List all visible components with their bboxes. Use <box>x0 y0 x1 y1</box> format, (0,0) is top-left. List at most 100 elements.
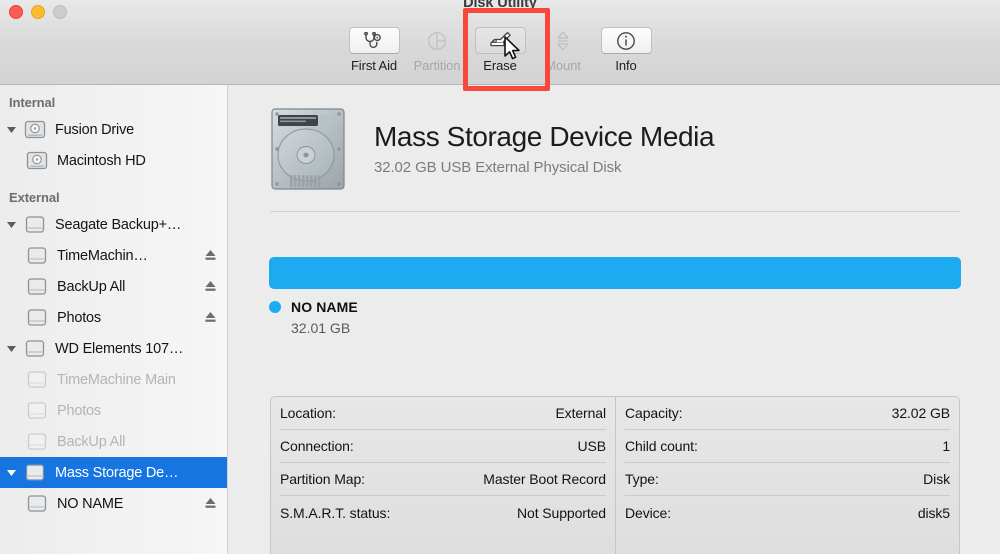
external-disk-icon <box>22 339 48 358</box>
info-label: Type: <box>625 471 659 487</box>
info-label: Connection: <box>280 438 354 454</box>
disk-subtitle: 32.02 GB USB External Physical Disk <box>374 159 622 177</box>
info-label: Child count: <box>625 438 698 454</box>
disk-title: Mass Storage Device Media <box>374 120 715 152</box>
external-disk-icon <box>24 370 50 389</box>
sidebar-item-wd-elements[interactable]: WD Elements 107… <box>0 333 227 364</box>
info-value: 1 <box>942 438 950 454</box>
disclosure-triangle-icon[interactable] <box>0 344 22 353</box>
sidebar-item-label: NO NAME <box>57 495 124 512</box>
info-column-right: Capacity: 32.02 GB Child count: 1 Type: … <box>615 397 959 554</box>
external-disk-icon <box>24 246 50 265</box>
disclosure-triangle-icon[interactable] <box>0 125 22 134</box>
toolbar-label-partition: Partition <box>413 58 461 73</box>
window-title: Disk Utility <box>463 0 537 11</box>
sidebar-item-timemachine-main[interactable]: TimeMachine Main <box>0 364 227 395</box>
sidebar-group-external: External <box>9 190 60 205</box>
external-disk-icon <box>24 277 50 296</box>
sidebar-item-label: TimeMachine Main <box>57 371 176 388</box>
info-value: Disk <box>923 471 950 487</box>
external-disk-icon <box>24 432 50 451</box>
external-disk-icon <box>22 463 48 482</box>
sidebar-item-photos[interactable]: Photos <box>0 302 227 333</box>
sidebar-item-label: Seagate Backup+… <box>55 216 182 233</box>
pie-chart-icon <box>427 31 447 50</box>
divider <box>270 211 960 212</box>
info-row-capacity: Capacity: 32.02 GB <box>625 397 950 430</box>
external-disk-icon <box>24 308 50 327</box>
first-aid-button[interactable] <box>348 27 400 54</box>
internal-disk-icon <box>22 120 48 139</box>
mount-icon <box>557 30 569 51</box>
sidebar-item-label: Fusion Drive <box>55 121 134 138</box>
disk-header-text: Mass Storage Device Media 32.02 GB USB E… <box>374 120 715 177</box>
disk-info-table: Location: External Connection: USB Parti… <box>270 396 960 554</box>
sidebar-item-no-name[interactable]: NO NAME <box>0 488 227 519</box>
info-button[interactable] <box>600 27 652 54</box>
legend-volume-name: NO NAME <box>291 299 358 315</box>
info-row-partition-map: Partition Map: Master Boot Record <box>280 463 606 496</box>
toolbar-item-first-aid[interactable]: First Aid <box>348 27 400 73</box>
legend-color-dot <box>269 301 281 313</box>
capacity-bar[interactable] <box>269 257 961 289</box>
sidebar-item-label: WD Elements 107… <box>55 340 184 357</box>
toolbar-label-erase: Erase <box>483 58 517 73</box>
sidebar-group-internal: Internal <box>9 95 56 110</box>
disclosure-triangle-icon[interactable] <box>0 468 22 477</box>
internal-disk-icon <box>24 151 50 170</box>
sidebar-item-seagate-backup[interactable]: Seagate Backup+… <box>0 209 227 240</box>
sidebar-item-photos-wd[interactable]: Photos <box>0 395 227 426</box>
info-label: S.M.A.R.T. status: <box>280 504 391 521</box>
title-bar: Disk Utility First Aid Partition Erase M… <box>0 0 1000 85</box>
sidebar-item-label: Photos <box>57 402 101 419</box>
toolbar-item-info[interactable]: Info <box>600 27 652 73</box>
disclosure-triangle-icon[interactable] <box>0 220 22 229</box>
info-row-connection: Connection: USB <box>280 430 606 463</box>
legend-volume-size: 32.01 GB <box>291 320 351 336</box>
sidebar-item-label: TimeMachin… <box>57 247 148 264</box>
info-label: Partition Map: <box>280 471 365 487</box>
hard-drive-photo-icon <box>271 108 345 190</box>
info-value: USB <box>577 438 607 454</box>
sidebar-item-mass-storage-device[interactable]: Mass Storage De… <box>0 457 227 488</box>
sidebar[interactable]: Internal Fusion Drive Macintosh HD Exter… <box>0 85 228 554</box>
info-label: Capacity: <box>625 405 683 421</box>
external-disk-icon <box>24 401 50 420</box>
info-row-device: Device: disk5 <box>625 496 950 529</box>
sidebar-item-macintosh-hd[interactable]: Macintosh HD <box>0 145 227 176</box>
stethoscope-icon <box>364 32 381 49</box>
eject-icon[interactable] <box>204 311 217 324</box>
main-content: Mass Storage Device Media 32.02 GB USB E… <box>229 85 1000 554</box>
sidebar-item-timemachine[interactable]: TimeMachin… <box>0 240 227 271</box>
external-disk-icon <box>22 215 48 234</box>
sidebar-item-label: Mass Storage De… <box>55 464 179 481</box>
sidebar-item-backup-all[interactable]: BackUp All <box>0 271 227 302</box>
info-value: 32.02 GB <box>891 405 950 421</box>
toolbar: First Aid Partition Erase Mount Info <box>0 27 1000 73</box>
sidebar-item-label: Macintosh HD <box>57 152 146 169</box>
toolbar-item-mount: Mount <box>538 27 589 73</box>
toolbar-label-first-aid: First Aid <box>350 58 398 73</box>
sidebar-item-backup-all-wd[interactable]: BackUp All <box>0 426 227 457</box>
toolbar-label-info: Info <box>615 58 637 73</box>
disk-header: Mass Storage Device Media 32.02 GB USB E… <box>270 107 715 191</box>
sidebar-item-label: BackUp All <box>57 433 126 450</box>
info-row-type: Type: Disk <box>625 463 950 496</box>
toolbar-item-erase[interactable]: Erase <box>474 27 526 73</box>
sidebar-item-fusion-drive[interactable]: Fusion Drive <box>0 114 227 145</box>
eject-icon[interactable] <box>204 280 217 293</box>
erase-button[interactable] <box>474 27 526 54</box>
toolbar-label-mount: Mount <box>545 58 581 73</box>
info-row-location: Location: External <box>280 397 606 430</box>
info-circle-icon <box>617 31 635 50</box>
info-label: Location: <box>280 405 336 421</box>
info-value: disk5 <box>917 504 950 521</box>
eject-icon[interactable] <box>204 497 217 510</box>
mount-button <box>538 27 589 54</box>
erase-disk-icon <box>489 31 511 47</box>
eject-icon[interactable] <box>204 249 217 262</box>
info-value: Not Supported <box>517 504 606 521</box>
partition-button <box>412 27 463 54</box>
disk-utility-window: Disk Utility First Aid Partition Erase M… <box>0 0 1000 554</box>
external-disk-icon <box>24 494 50 513</box>
